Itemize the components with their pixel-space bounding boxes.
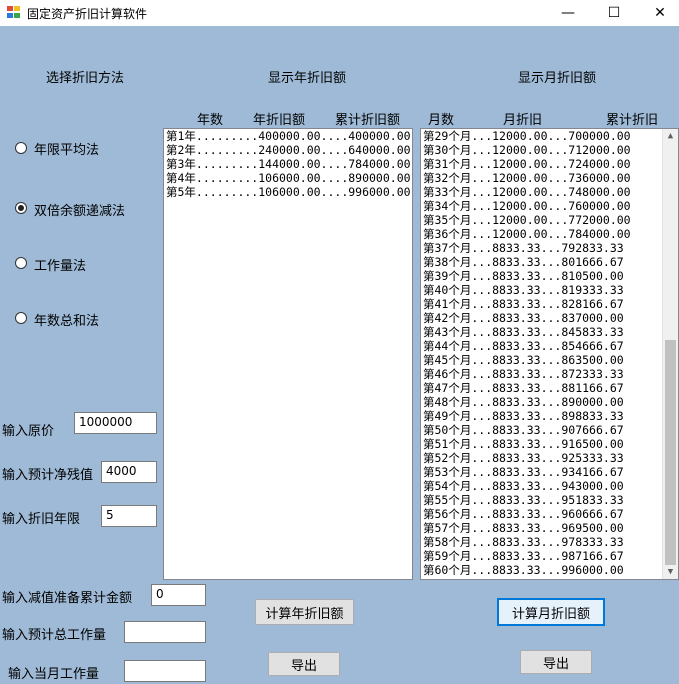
list-item[interactable]: 第53个月...8833.33...934166.67 bbox=[421, 465, 663, 479]
monthly-col-cumulative: 累计折旧 bbox=[606, 113, 659, 128]
export-monthly-button[interactable]: 导出 bbox=[520, 650, 592, 674]
useful-life-label: 输入折旧年限 bbox=[2, 512, 81, 527]
monthly-header: 显示月折旧额 bbox=[518, 71, 597, 86]
list-item[interactable]: 第47个月...8833.33...881166.67 bbox=[421, 381, 663, 395]
list-item[interactable]: 第58个月...8833.33...978333.33 bbox=[421, 535, 663, 549]
list-item[interactable]: 第29个月...12000.00...700000.00 bbox=[421, 129, 663, 143]
list-item[interactable]: 第36个月...12000.00...784000.00 bbox=[421, 227, 663, 241]
list-item[interactable]: 第42个月...8833.33...837000.00 bbox=[421, 311, 663, 325]
app-icon bbox=[7, 6, 21, 19]
list-item[interactable]: 第5年.........106000.00....996000.00 bbox=[164, 185, 412, 199]
list-item[interactable]: 第33个月...12000.00...748000.00 bbox=[421, 185, 663, 199]
scroll-down-icon[interactable]: ▼ bbox=[663, 565, 678, 579]
list-item[interactable]: 第55个月...8833.33...951833.33 bbox=[421, 493, 663, 507]
original-price-input[interactable]: 1000000 bbox=[74, 412, 157, 434]
useful-life-input[interactable]: 5 bbox=[101, 505, 157, 527]
title-bar: 固定资产折旧计算软件 — ☐ ✕ bbox=[0, 0, 679, 26]
method-label: 年数总和法 bbox=[34, 314, 100, 329]
list-item[interactable]: 第44个月...8833.33...854666.67 bbox=[421, 339, 663, 353]
radio-straight-line[interactable] bbox=[15, 142, 27, 154]
list-item[interactable]: 第40个月...8833.33...819333.33 bbox=[421, 283, 663, 297]
close-button[interactable]: ✕ bbox=[637, 0, 679, 26]
list-item[interactable]: 第34个月...12000.00...760000.00 bbox=[421, 199, 663, 213]
list-item[interactable]: 第2年.........240000.00....640000.00 bbox=[164, 143, 412, 157]
residual-value-label: 输入预计净残值 bbox=[2, 468, 94, 483]
list-item[interactable]: 第52个月...8833.33...925333.33 bbox=[421, 451, 663, 465]
list-item[interactable]: 第60个月...8833.33...996000.00 bbox=[421, 563, 663, 577]
radio-sum-of-years[interactable] bbox=[15, 312, 27, 324]
list-item[interactable]: 第4年.........106000.00....890000.00 bbox=[164, 171, 412, 185]
yearly-col-year: 年数 bbox=[197, 113, 224, 128]
yearly-col-cumulative: 累计折旧额 bbox=[335, 113, 401, 128]
list-item[interactable]: 第43个月...8833.33...845833.33 bbox=[421, 325, 663, 339]
yearly-header: 显示年折旧额 bbox=[268, 71, 347, 86]
radio-double-declining[interactable] bbox=[15, 202, 27, 214]
list-item[interactable]: 第1年.........400000.00....400000.00 bbox=[164, 129, 412, 143]
monthly-workload-input[interactable] bbox=[124, 660, 206, 682]
impairment-input[interactable]: 0 bbox=[151, 584, 206, 606]
window-title: 固定资产折旧计算软件 bbox=[27, 7, 148, 21]
method-label: 年限平均法 bbox=[34, 143, 100, 158]
close-icon: ✕ bbox=[654, 5, 666, 21]
app-window: 固定资产折旧计算软件 — ☐ ✕ 选择折旧方法 显示年折旧额 显示月折旧额 年数… bbox=[0, 0, 679, 684]
impairment-label: 输入减值准备累计金额 bbox=[2, 591, 133, 606]
monthly-depreciation-list[interactable]: 第29个月...12000.00...700000.00 第30个月...1200… bbox=[420, 128, 679, 580]
list-item[interactable]: 第59个月...8833.33...987166.67 bbox=[421, 549, 663, 563]
list-item[interactable]: 第48个月...8833.33...890000.00 bbox=[421, 395, 663, 409]
calc-monthly-button[interactable]: 计算月折旧额 bbox=[497, 598, 605, 626]
radio-units-of-production[interactable] bbox=[15, 257, 27, 269]
minimize-button[interactable]: — bbox=[545, 0, 591, 26]
list-item[interactable]: 第30个月...12000.00...712000.00 bbox=[421, 143, 663, 157]
yearly-col-amount: 年折旧额 bbox=[253, 113, 306, 128]
maximize-button[interactable]: ☐ bbox=[591, 0, 637, 26]
method-label: 工作量法 bbox=[34, 259, 87, 274]
list-item[interactable]: 第49个月...8833.33...898833.33 bbox=[421, 409, 663, 423]
scroll-up-icon[interactable]: ▲ bbox=[663, 129, 678, 143]
monthly-col-amount: 月折旧 bbox=[503, 113, 543, 128]
list-item[interactable]: 第31个月...12000.00...724000.00 bbox=[421, 157, 663, 171]
method-label: 双倍余额递减法 bbox=[34, 204, 126, 219]
original-price-label: 输入原价 bbox=[2, 424, 55, 439]
monthly-workload-label: 输入当月工作量 bbox=[8, 667, 100, 682]
minimize-icon: — bbox=[561, 5, 575, 21]
maximize-icon: ☐ bbox=[607, 5, 621, 21]
list-item[interactable]: 第50个月...8833.33...907666.67 bbox=[421, 423, 663, 437]
list-item[interactable]: 第37个月...8833.33...792833.33 bbox=[421, 241, 663, 255]
scrollbar-thumb[interactable] bbox=[665, 340, 676, 565]
list-item[interactable]: 第41个月...8833.33...828166.67 bbox=[421, 297, 663, 311]
list-item[interactable]: 第35个月...12000.00...772000.00 bbox=[421, 213, 663, 227]
residual-value-input[interactable]: 4000 bbox=[101, 461, 157, 483]
list-item[interactable]: 第45个月...8833.33...863500.00 bbox=[421, 353, 663, 367]
list-item[interactable]: 第46个月...8833.33...872333.33 bbox=[421, 367, 663, 381]
list-item[interactable]: 第39个月...8833.33...810500.00 bbox=[421, 269, 663, 283]
yearly-depreciation-list[interactable]: 第1年.........400000.00....400000.00 第2年...… bbox=[163, 128, 413, 580]
total-workload-label: 输入预计总工作量 bbox=[2, 628, 107, 643]
calc-yearly-button[interactable]: 计算年折旧额 bbox=[255, 599, 354, 625]
total-workload-input[interactable] bbox=[124, 621, 206, 643]
list-item[interactable]: 第51个月...8833.33...916500.00 bbox=[421, 437, 663, 451]
list-item[interactable]: 第38个月...8833.33...801666.67 bbox=[421, 255, 663, 269]
monthly-col-month: 月数 bbox=[428, 113, 455, 128]
list-item[interactable]: 第56个月...8833.33...960666.67 bbox=[421, 507, 663, 521]
export-yearly-button[interactable]: 导出 bbox=[268, 652, 340, 676]
list-item[interactable]: 第54个月...8833.33...943000.00 bbox=[421, 479, 663, 493]
monthly-list-scrollbar[interactable]: ▲ ▼ bbox=[662, 129, 678, 579]
method-header: 选择折旧方法 bbox=[46, 71, 125, 86]
list-item[interactable]: 第57个月...8833.33...969500.00 bbox=[421, 521, 663, 535]
list-item[interactable]: 第3年.........144000.00....784000.00 bbox=[164, 157, 412, 171]
list-item[interactable]: 第32个月...12000.00...736000.00 bbox=[421, 171, 663, 185]
